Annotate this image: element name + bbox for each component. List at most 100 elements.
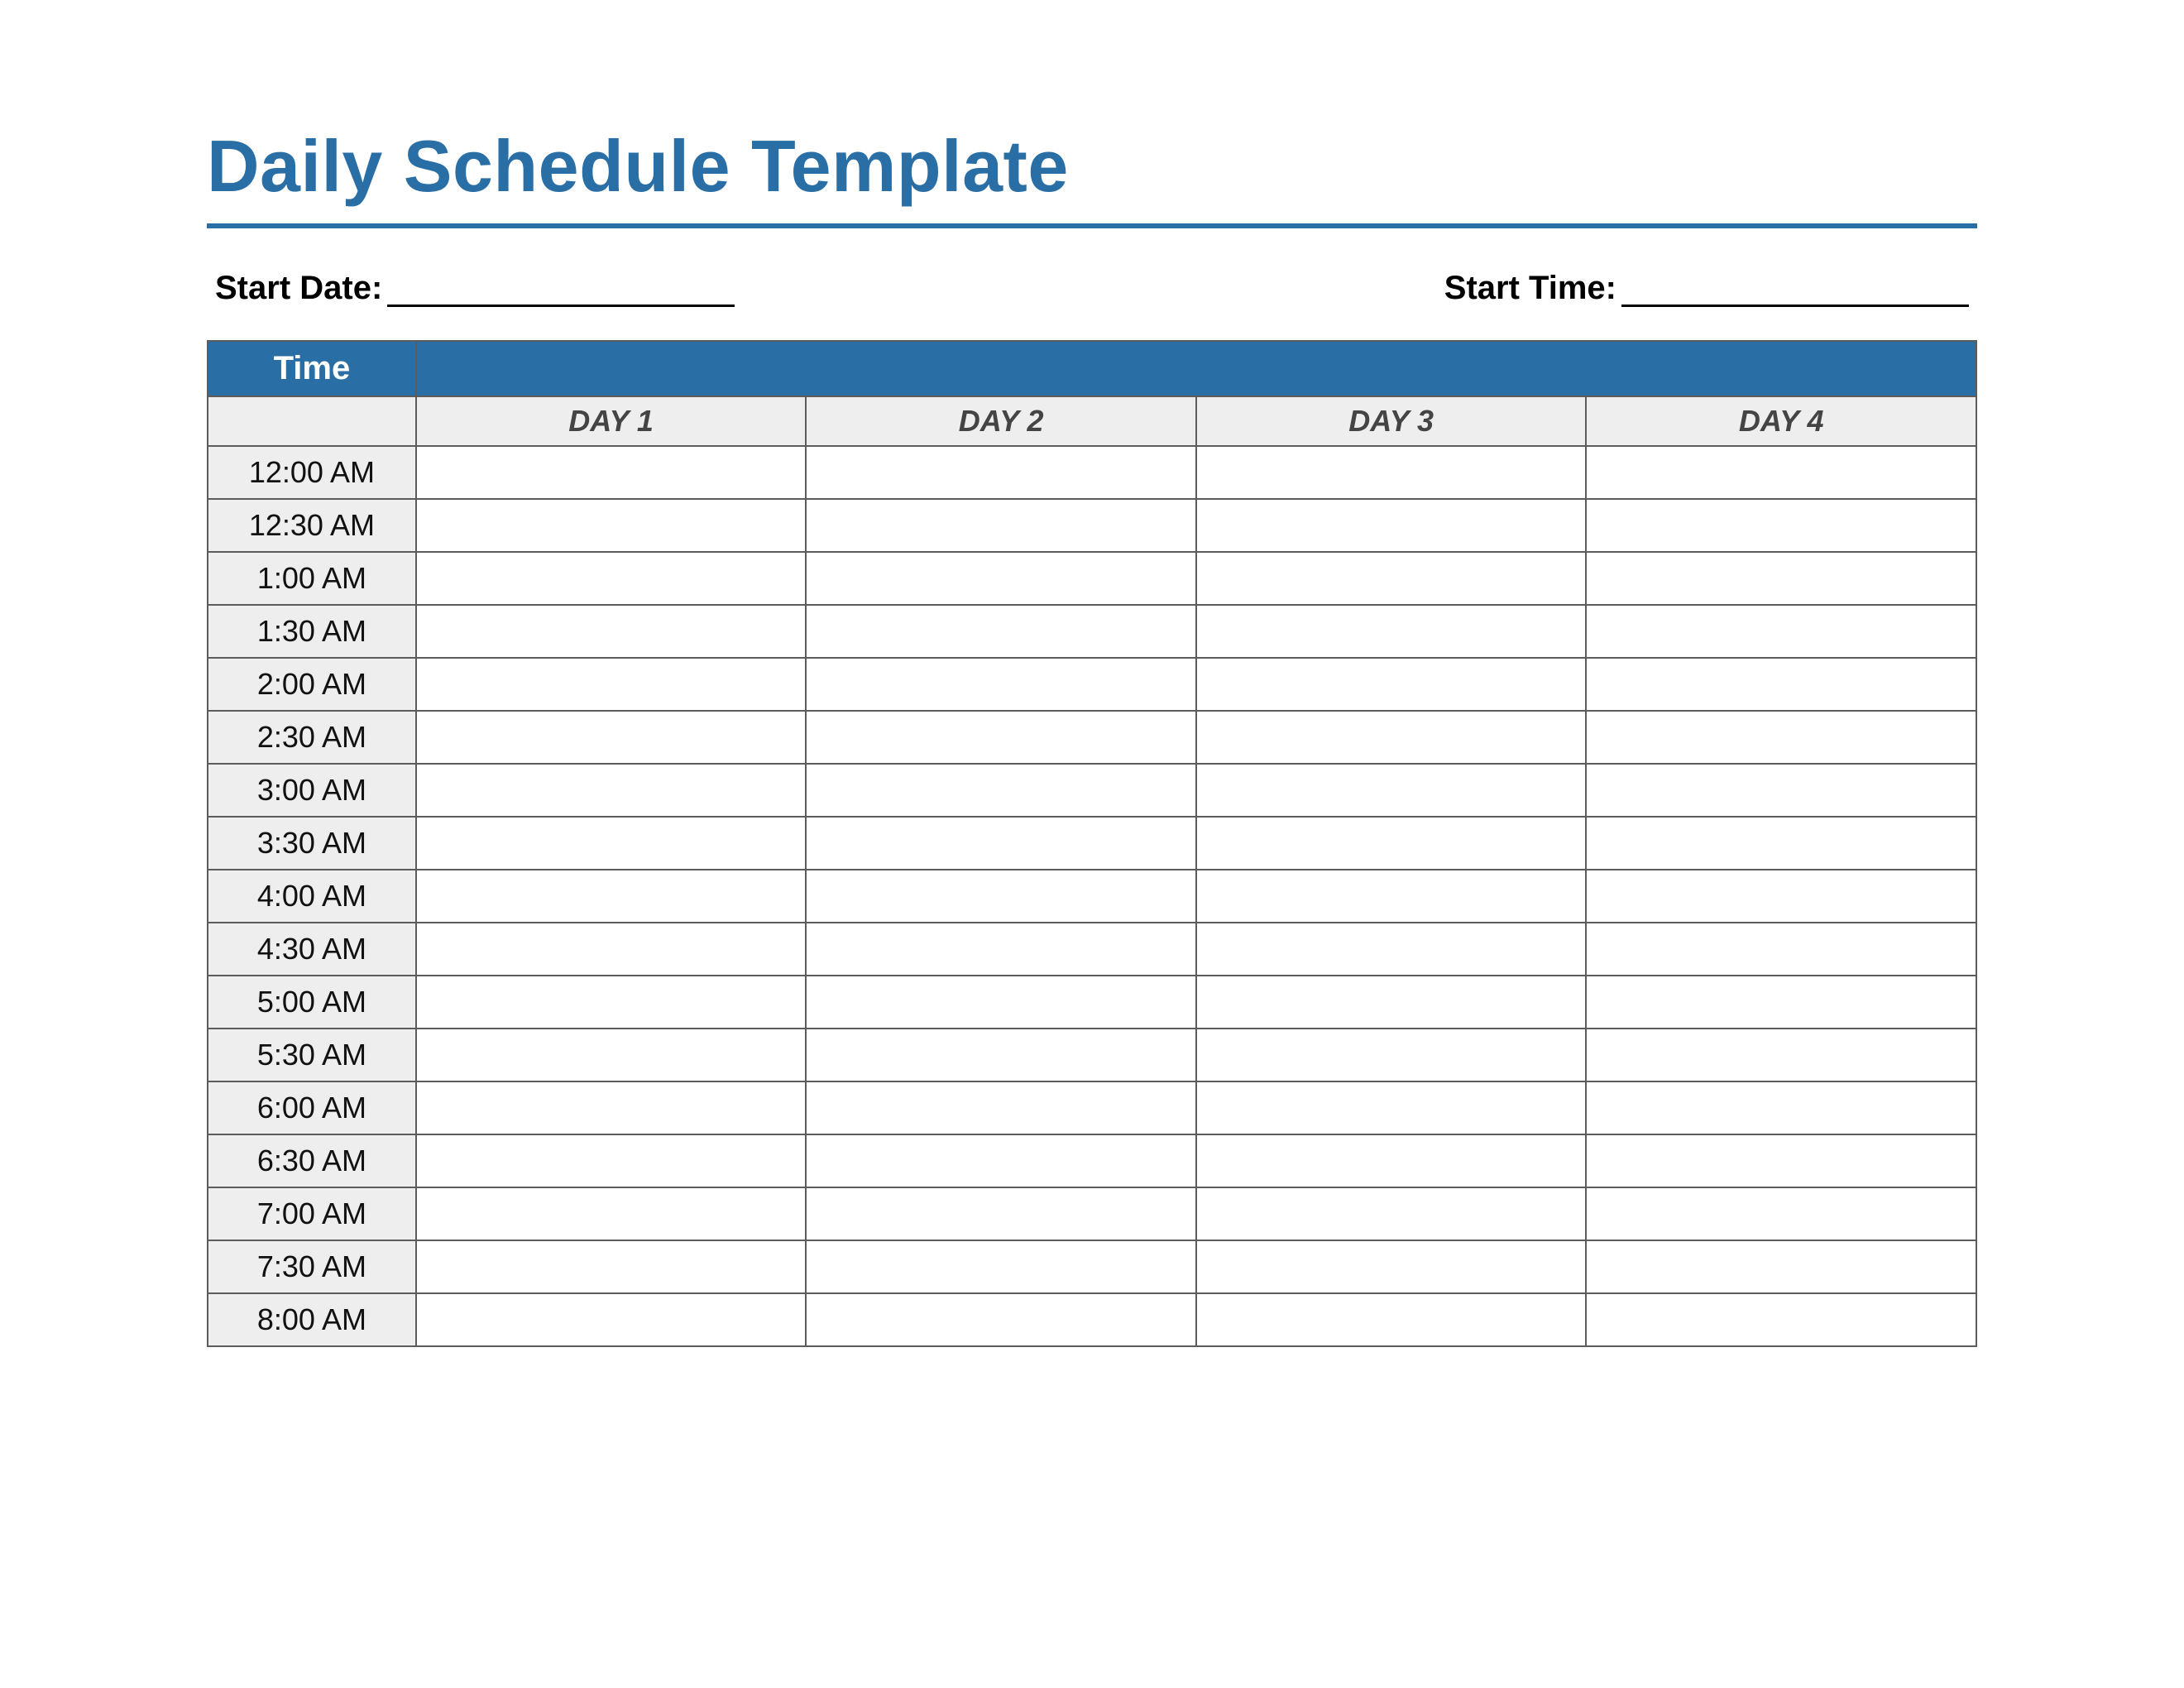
schedule-cell[interactable]	[1196, 870, 1587, 923]
time-cell: 5:00 AM	[208, 976, 416, 1029]
schedule-cell[interactable]	[416, 711, 807, 764]
time-cell: 4:30 AM	[208, 923, 416, 976]
schedule-cell[interactable]	[1196, 1187, 1587, 1240]
schedule-cell[interactable]	[416, 817, 807, 870]
schedule-cell[interactable]	[806, 605, 1196, 658]
time-cell: 8:00 AM	[208, 1293, 416, 1346]
header-blue-span	[416, 341, 1976, 396]
meta-row: Start Date: Start Time:	[207, 270, 1977, 307]
schedule-cell[interactable]	[806, 552, 1196, 605]
schedule-cell[interactable]	[1586, 658, 1976, 711]
schedule-cell[interactable]	[806, 446, 1196, 499]
schedule-cell[interactable]	[1196, 711, 1587, 764]
table-row: 7:30 AM	[208, 1240, 1976, 1293]
schedule-cell[interactable]	[806, 1029, 1196, 1081]
schedule-cell[interactable]	[1586, 870, 1976, 923]
schedule-cell[interactable]	[416, 1081, 807, 1134]
start-date-label: Start Date:	[215, 270, 382, 307]
schedule-cell[interactable]	[1196, 1240, 1587, 1293]
time-cell: 7:00 AM	[208, 1187, 416, 1240]
time-cell: 7:30 AM	[208, 1240, 416, 1293]
table-row: 4:00 AM	[208, 870, 1976, 923]
schedule-cell[interactable]	[416, 1240, 807, 1293]
table-row: 8:00 AM	[208, 1293, 1976, 1346]
schedule-cell[interactable]	[416, 1029, 807, 1081]
schedule-cell[interactable]	[806, 711, 1196, 764]
schedule-cell[interactable]	[1586, 605, 1976, 658]
schedule-cell[interactable]	[1586, 552, 1976, 605]
schedule-cell[interactable]	[806, 764, 1196, 817]
schedule-cell[interactable]	[416, 764, 807, 817]
table-row: 1:30 AM	[208, 605, 1976, 658]
table-row: 12:00 AM	[208, 446, 1976, 499]
schedule-cell[interactable]	[1196, 605, 1587, 658]
schedule-cell[interactable]	[806, 1240, 1196, 1293]
schedule-cell[interactable]	[416, 552, 807, 605]
schedule-cell[interactable]	[1196, 923, 1587, 976]
schedule-cell[interactable]	[1586, 923, 1976, 976]
schedule-cell[interactable]	[1196, 499, 1587, 552]
start-date-group: Start Date:	[215, 270, 735, 307]
schedule-template-page: Daily Schedule Template Start Date: Star…	[0, 0, 2184, 1688]
start-time-group: Start Time:	[1444, 270, 1969, 307]
schedule-cell[interactable]	[1586, 1240, 1976, 1293]
time-cell: 3:30 AM	[208, 817, 416, 870]
schedule-cell[interactable]	[416, 923, 807, 976]
schedule-cell[interactable]	[1196, 1293, 1587, 1346]
schedule-cell[interactable]	[806, 1187, 1196, 1240]
schedule-cell[interactable]	[1586, 976, 1976, 1029]
schedule-cell[interactable]	[1196, 1081, 1587, 1134]
table-row: 3:00 AM	[208, 764, 1976, 817]
schedule-cell[interactable]	[806, 658, 1196, 711]
schedule-cell[interactable]	[416, 976, 807, 1029]
schedule-cell[interactable]	[1586, 817, 1976, 870]
schedule-cell[interactable]	[806, 976, 1196, 1029]
schedule-cell[interactable]	[1586, 499, 1976, 552]
time-cell: 2:30 AM	[208, 711, 416, 764]
schedule-cell[interactable]	[416, 446, 807, 499]
schedule-cell[interactable]	[1586, 764, 1976, 817]
schedule-cell[interactable]	[416, 605, 807, 658]
schedule-cell[interactable]	[806, 499, 1196, 552]
schedule-cell[interactable]	[806, 1293, 1196, 1346]
start-time-input[interactable]	[1621, 276, 1969, 307]
schedule-cell[interactable]	[1586, 1187, 1976, 1240]
schedule-cell[interactable]	[806, 1081, 1196, 1134]
schedule-cell[interactable]	[1586, 1081, 1976, 1134]
start-time-label: Start Time:	[1444, 270, 1616, 307]
time-column-header: Time	[208, 341, 416, 396]
schedule-cell[interactable]	[1586, 1029, 1976, 1081]
schedule-cell[interactable]	[1196, 446, 1587, 499]
schedule-cell[interactable]	[806, 1134, 1196, 1187]
schedule-cell[interactable]	[416, 499, 807, 552]
time-cell: 1:00 AM	[208, 552, 416, 605]
schedule-cell[interactable]	[1586, 1134, 1976, 1187]
schedule-cell[interactable]	[806, 817, 1196, 870]
time-cell: 2:00 AM	[208, 658, 416, 711]
schedule-cell[interactable]	[1196, 1029, 1587, 1081]
day-header-2: DAY 2	[806, 396, 1196, 446]
time-cell: 6:30 AM	[208, 1134, 416, 1187]
schedule-cell[interactable]	[416, 1134, 807, 1187]
schedule-cell[interactable]	[416, 1293, 807, 1346]
schedule-cell[interactable]	[1586, 711, 1976, 764]
page-title: Daily Schedule Template	[207, 124, 1977, 209]
schedule-cell[interactable]	[1196, 658, 1587, 711]
schedule-cell[interactable]	[806, 923, 1196, 976]
schedule-cell[interactable]	[1196, 976, 1587, 1029]
schedule-cell[interactable]	[1586, 446, 1976, 499]
schedule-cell[interactable]	[416, 658, 807, 711]
start-date-input[interactable]	[387, 276, 735, 307]
table-row: 2:00 AM	[208, 658, 1976, 711]
schedule-cell[interactable]	[1586, 1293, 1976, 1346]
time-cell: 12:30 AM	[208, 499, 416, 552]
schedule-cell[interactable]	[806, 870, 1196, 923]
schedule-cell[interactable]	[416, 1187, 807, 1240]
schedule-cell[interactable]	[1196, 764, 1587, 817]
schedule-cell[interactable]	[416, 870, 807, 923]
schedule-cell[interactable]	[1196, 817, 1587, 870]
schedule-cell[interactable]	[1196, 552, 1587, 605]
schedule-cell[interactable]	[1196, 1134, 1587, 1187]
time-cell: 3:00 AM	[208, 764, 416, 817]
time-cell: 6:00 AM	[208, 1081, 416, 1134]
